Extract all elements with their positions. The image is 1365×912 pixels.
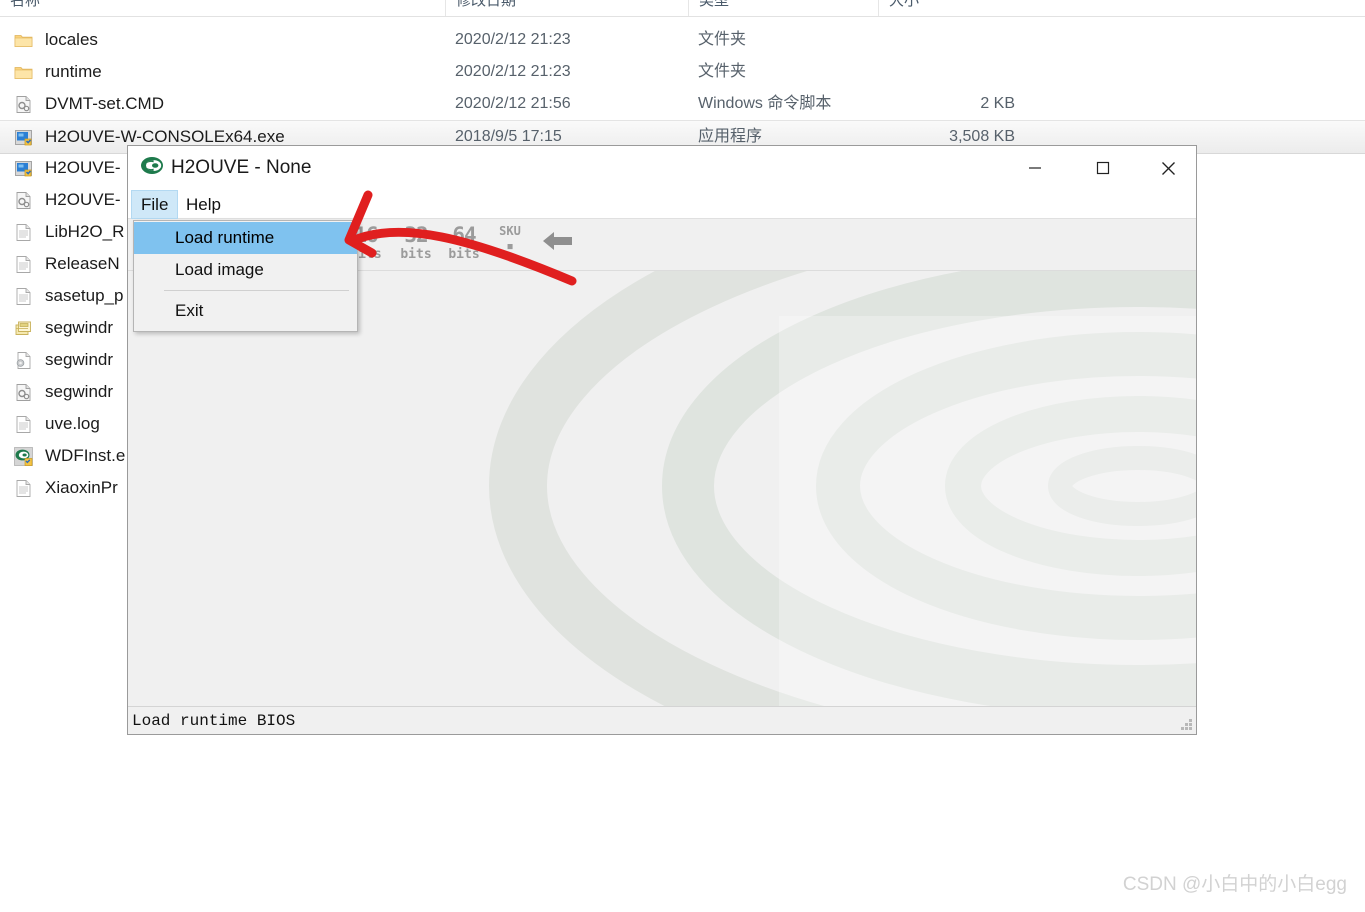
file-name: uve.log <box>45 414 100 433</box>
file-name: segwindr <box>45 350 114 369</box>
close-button[interactable] <box>1145 146 1191 190</box>
column-header[interactable]: 大小 <box>878 0 1018 16</box>
menu-bar: File Help <box>128 190 1196 219</box>
executable-icon <box>15 161 32 177</box>
doc-icon <box>14 479 33 498</box>
script-icon <box>16 96 31 113</box>
file-name: segwindr <box>45 382 114 401</box>
file-size: 2 KB <box>980 95 1015 112</box>
file-type: 文件夹 <box>698 63 747 80</box>
menu-separator <box>164 290 349 291</box>
folder-icon <box>14 67 33 79</box>
insyde-logo-icon <box>140 154 164 178</box>
insyde-app-icon <box>14 447 33 466</box>
file-name: XiaoxinPr <box>45 478 118 497</box>
script-icon <box>16 192 31 209</box>
file-name: H2OUVE- <box>45 158 121 177</box>
64-bits-label: 64 <box>452 223 476 247</box>
title-bar[interactable]: H2OUVE - None <box>128 146 1196 190</box>
file-date: 2020/2/12 21:56 <box>455 95 571 112</box>
file-menu-dropdown[interactable]: Load runtime Load image Exit <box>133 220 358 332</box>
sku-sublabel: ▪ <box>506 239 514 254</box>
status-bar: Load runtime BIOS <box>128 706 1196 734</box>
file-date: 2020/2/12 21:23 <box>455 63 571 80</box>
installer-icon <box>14 319 33 338</box>
file-name: locales <box>45 30 98 49</box>
file-name: ReleaseN <box>45 254 120 273</box>
32-bits-button[interactable]: 32 bits <box>390 223 442 267</box>
table-row[interactable]: runtime 2020/2/12 21:23 文件夹 <box>0 56 1365 88</box>
script-icon <box>14 191 33 210</box>
column-headers: 名称 修改日期 类型 大小 <box>0 0 1365 17</box>
file-name: WDFInst.e <box>45 446 126 465</box>
file-date: 2020/2/12 21:23 <box>455 31 571 48</box>
screen: 名称 修改日期 类型 大小 locales 2020/2/12 21:23 文件夹 runt… <box>0 0 1365 912</box>
minimize-icon <box>1029 167 1041 169</box>
gear-document-icon <box>16 352 31 369</box>
file-name: H2OUVE- <box>45 190 121 209</box>
installer-package-icon <box>15 321 31 335</box>
panel-overlay <box>779 316 1196 707</box>
file-name: DVMT-set.CMD <box>45 94 164 113</box>
table-row[interactable]: DVMT-set.CMD 2020/2/12 21:56 Windows 命令脚本 2… <box>0 88 1365 120</box>
64-bits-button[interactable]: 64 bits <box>438 223 490 267</box>
document-icon <box>16 256 31 273</box>
script-icon <box>14 95 33 114</box>
status-text: Load runtime BIOS <box>132 712 296 730</box>
script-icon <box>14 383 33 402</box>
32-bits-label: 32 <box>404 223 428 247</box>
window-title: H2OUVE - None <box>171 157 312 178</box>
doc-icon <box>14 415 33 434</box>
doc-icon <box>14 287 33 306</box>
menu-item-file[interactable]: File <box>131 190 179 219</box>
folder-icon <box>14 35 33 47</box>
file-name: sasetup_p <box>45 286 124 305</box>
file-size <box>880 24 1015 56</box>
file-type: 文件夹 <box>698 31 747 48</box>
maximize-icon <box>1096 161 1110 175</box>
menu-option[interactable]: Load image <box>134 254 357 286</box>
document-icon <box>16 416 31 433</box>
64-bits-sublabel: bits <box>448 247 480 262</box>
back-arrow-icon <box>543 232 572 250</box>
column-header[interactable]: 修改日期 <box>445 0 688 16</box>
back-button[interactable] <box>532 227 584 265</box>
menu-item-help[interactable]: Help <box>177 190 230 219</box>
gear-doc-icon <box>14 351 33 370</box>
sku-button[interactable]: SKU ▪ <box>484 223 536 267</box>
file-name: runtime <box>45 62 102 81</box>
sku-label: SKU <box>499 224 521 238</box>
column-header[interactable]: 名称 <box>0 0 445 16</box>
doc-icon <box>14 255 33 274</box>
client-area <box>128 271 1196 707</box>
file-type: Windows 命令脚本 <box>698 95 832 112</box>
32-bits-sublabel: bits <box>400 247 432 262</box>
folder-icon <box>14 63 33 82</box>
file-name: LibH2O_R <box>45 222 125 241</box>
file-name: segwindr <box>45 318 114 337</box>
document-icon <box>16 288 31 305</box>
maximize-button[interactable] <box>1080 146 1126 190</box>
menu-option[interactable]: Exit <box>134 295 357 327</box>
executable-icon <box>15 130 32 146</box>
folder-icon <box>14 31 33 50</box>
minimize-button[interactable] <box>1012 146 1058 190</box>
table-row[interactable]: locales 2020/2/12 21:23 文件夹 <box>0 24 1365 56</box>
exe-icon <box>14 159 33 178</box>
exe-icon <box>14 128 33 147</box>
doc-icon <box>14 223 33 242</box>
close-icon <box>1161 161 1175 175</box>
column-header[interactable]: 类型 <box>688 0 878 16</box>
menu-option[interactable]: Load runtime <box>134 222 357 254</box>
file-size <box>880 56 1015 88</box>
csdn-watermark: CSDN @小白中的小白egg <box>1122 874 1347 895</box>
document-icon <box>16 224 31 241</box>
document-icon <box>16 480 31 497</box>
insyde-icon <box>14 447 33 466</box>
script-icon <box>16 384 31 401</box>
resize-grip-icon[interactable] <box>1179 717 1193 731</box>
